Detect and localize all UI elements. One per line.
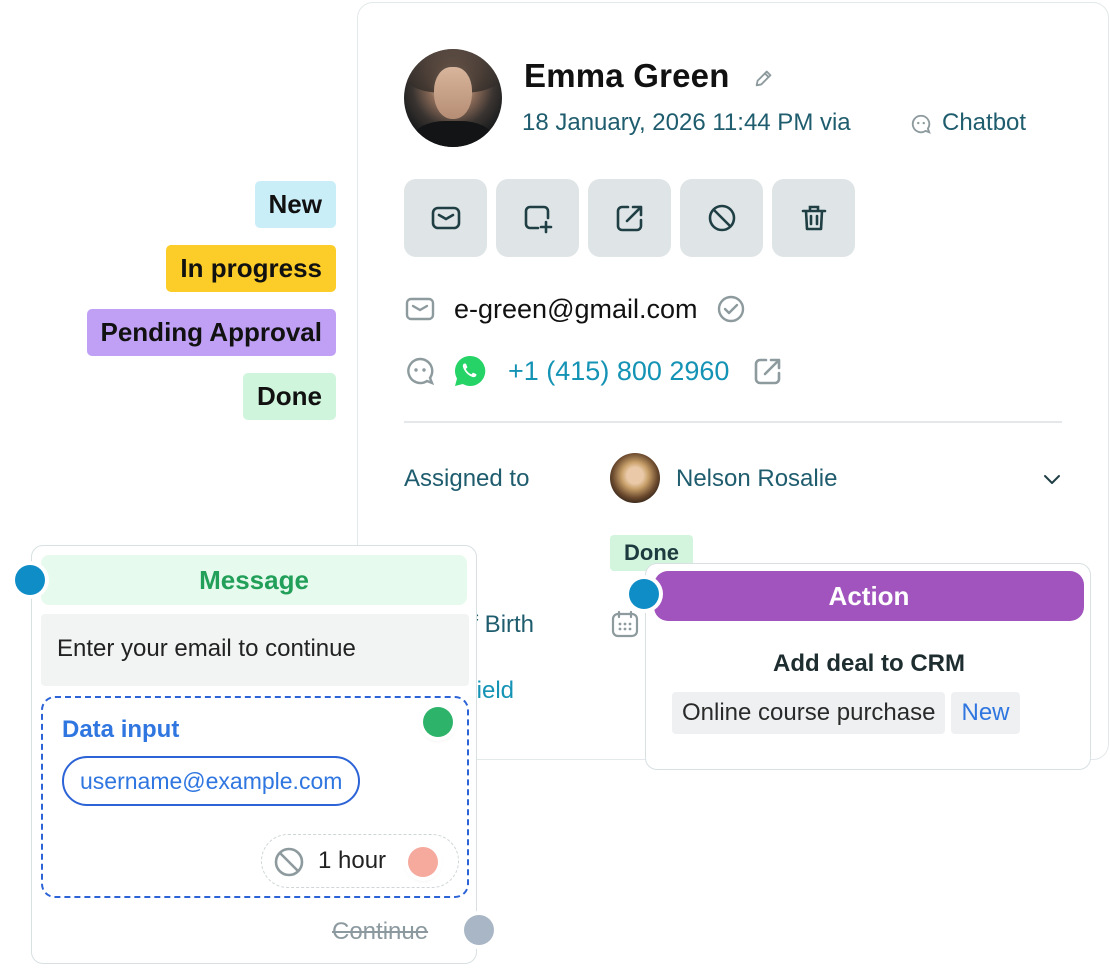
delete-button[interactable] [772,179,855,257]
message-node-title: Message [41,555,467,605]
phone-row: +1 (415) 800 2960 [404,353,785,389]
action-input-port[interactable] [629,579,659,609]
message-text[interactable]: Enter your email to continue [41,614,469,686]
deal-status-chip[interactable]: New [951,692,1020,734]
contact-email[interactable]: e-green@gmail.com [454,294,698,325]
tag-pending-approval[interactable]: Pending Approval [86,309,336,356]
action-description: Add deal to CRM [773,650,965,677]
open-external-button[interactable] [588,179,671,257]
verified-check-icon [717,295,744,323]
timeout-value: 1 hour [318,847,387,874]
message-node[interactable]: Message Enter your email to continue Dat… [31,545,477,964]
block-icon [708,204,735,232]
continue-label: Continue [332,918,429,945]
contact-avatar [404,49,502,147]
calendar-icon[interactable] [610,609,640,639]
mail-icon [431,206,460,230]
block-button[interactable] [680,179,763,257]
assigned-label: Assigned to [404,465,530,492]
add-note-button[interactable] [496,179,579,257]
action-node[interactable]: Action Add deal to CRM Online course pur… [645,563,1091,770]
card-divider [404,421,1062,423]
assignee-avatar [610,453,660,503]
timeout-port[interactable] [408,847,438,877]
action-node-title: Action [654,571,1084,621]
action-tags: Online course purchase New [672,692,1020,734]
pencil-icon[interactable] [753,67,775,89]
email-row: e-green@gmail.com [404,293,746,325]
add-note-icon [524,205,552,234]
email-input[interactable]: username@example.com [62,756,361,806]
timeout-control[interactable]: 1 hour [261,834,459,888]
contact-datetime: 18 January, 2026 11:44 PM via [522,109,851,136]
continue-output-port[interactable] [464,915,494,945]
chevron-down-icon[interactable] [1040,467,1064,491]
chatbot-icon [407,357,435,386]
email-button[interactable] [404,179,487,257]
contact-channel[interactable]: Chatbot [942,109,1026,137]
contact-actions [404,179,855,257]
block-icon [274,847,304,877]
contact-phone[interactable]: +1 (415) 800 2960 [508,356,729,387]
chatbot-icon [911,114,931,134]
external-link-icon[interactable] [751,354,785,388]
tag-new[interactable]: New [254,181,336,228]
tag-in-progress[interactable]: In progress [166,245,336,292]
trash-icon [801,205,826,231]
message-input-port[interactable] [15,565,45,595]
data-output-port[interactable] [423,707,453,737]
data-input-block[interactable]: Data input username@example.com 1 hour [41,696,469,898]
data-input-title: Data input [62,716,180,743]
assignee-name[interactable]: Nelson Rosalie [676,465,837,493]
mail-icon [405,297,435,321]
contact-name: Emma Green [524,57,730,94]
tag-done[interactable]: Done [243,373,336,420]
whatsapp-icon [454,355,486,386]
external-link-icon [616,205,642,232]
deal-name-chip[interactable]: Online course purchase [672,692,946,734]
